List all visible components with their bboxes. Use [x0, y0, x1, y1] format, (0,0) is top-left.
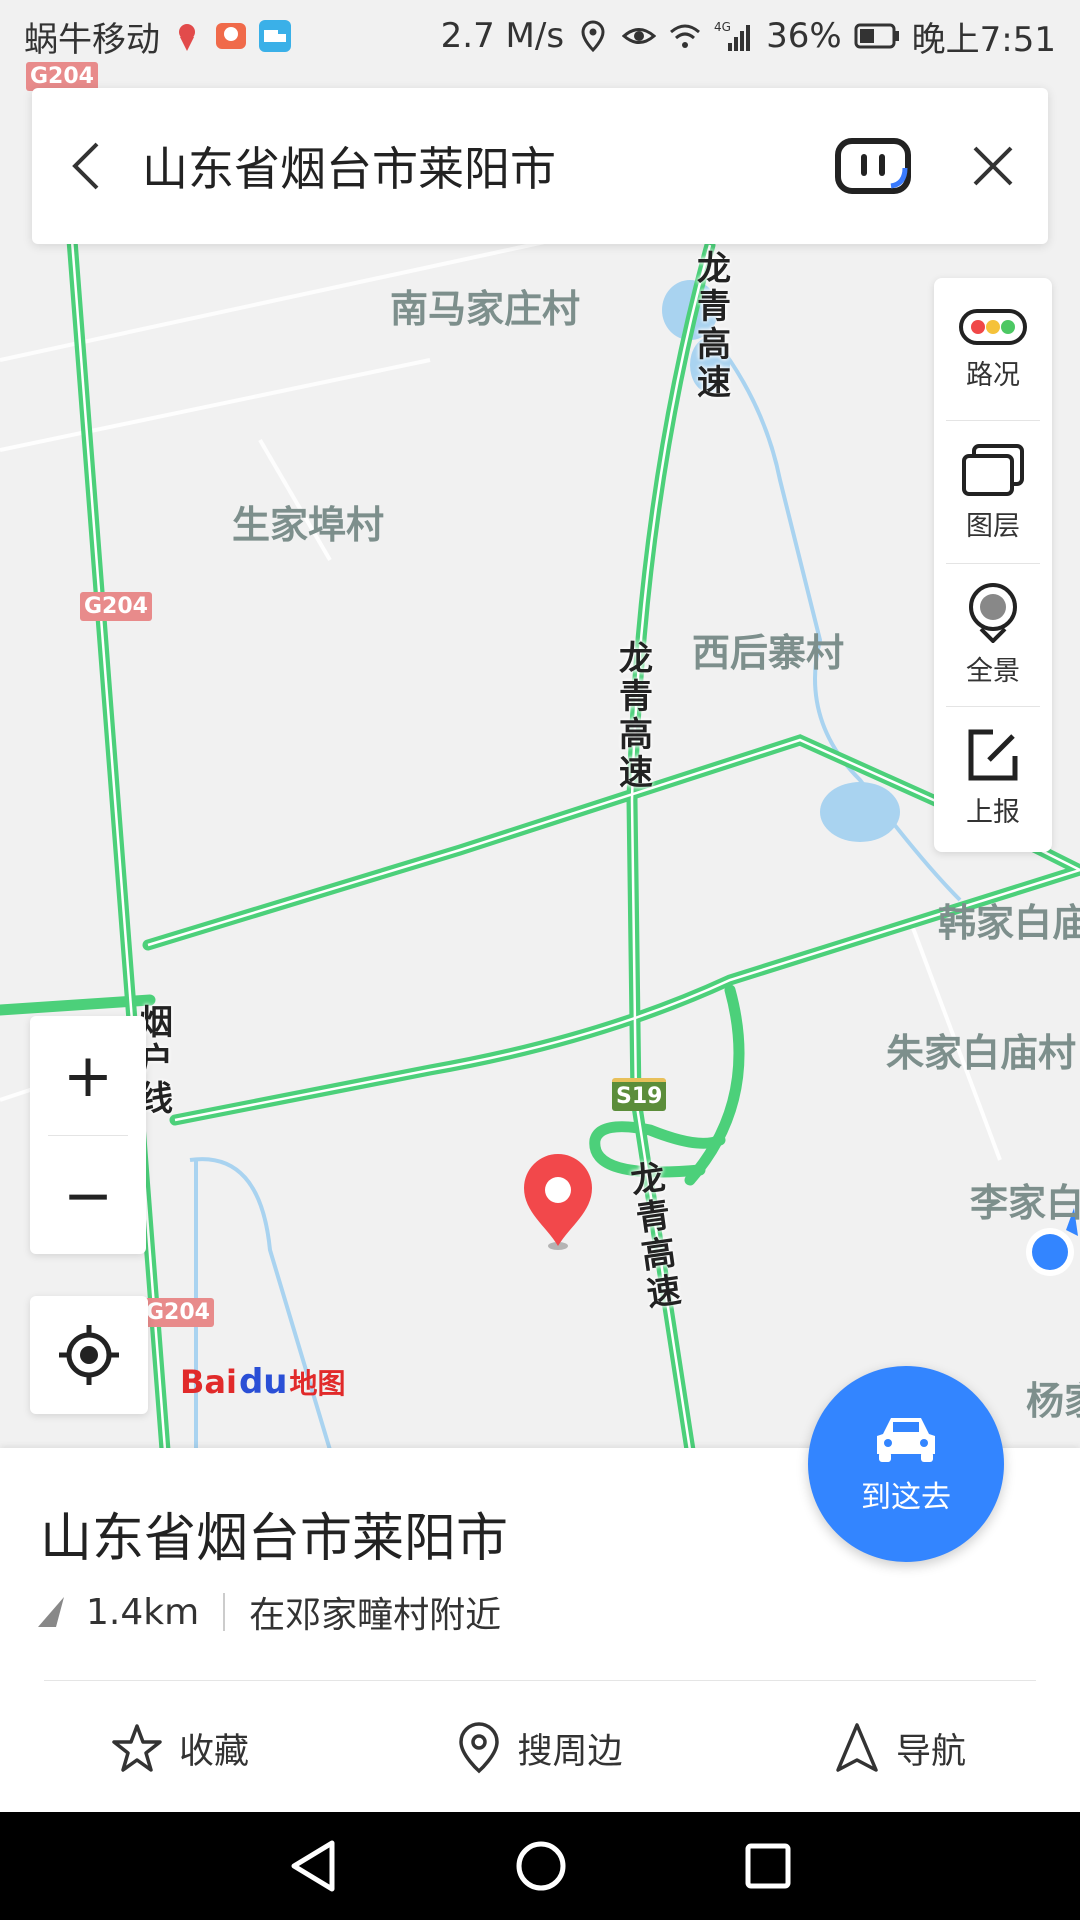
- battery-percent: 36%: [766, 16, 842, 56]
- baidu-map-logo: Bai du 地图: [180, 1362, 346, 1402]
- network-type: 4G: [714, 20, 731, 34]
- search-query[interactable]: 山东省烟台市莱阳市: [142, 133, 828, 199]
- traffic-light-icon: [959, 308, 1027, 345]
- action-label: 导航: [895, 1731, 966, 1772]
- location-icon: [581, 20, 605, 53]
- action-bar: 收藏 搜周边 导航: [0, 1684, 1080, 1812]
- clock: 晚上7:51: [911, 19, 1056, 60]
- close-icon: [973, 146, 1013, 186]
- logo-text: Bai: [180, 1363, 237, 1401]
- road-label: 龙青高速: [619, 639, 653, 793]
- tool-traffic[interactable]: 路况: [946, 278, 1040, 421]
- red-map-pin: [524, 1154, 592, 1250]
- signal-icon: 4G: [714, 20, 751, 51]
- tool-label: 上报: [966, 797, 1020, 828]
- screen: { "status_bar": { "carrier": "蜗牛移动", "sp…: [0, 0, 1080, 1920]
- zoom-in-button[interactable]: +: [30, 1016, 146, 1135]
- logo-text: 地图: [289, 1367, 346, 1400]
- map-tools-panel: 路况 图层 全景 上报: [934, 278, 1052, 852]
- distance: 1.4km: [86, 1591, 200, 1633]
- zoom-controls: + −: [30, 1016, 146, 1254]
- clear-search-button[interactable]: [938, 88, 1048, 244]
- search-bar[interactable]: 山东省烟台市莱阳市: [32, 88, 1048, 244]
- back-arrow-icon: [72, 142, 99, 190]
- place-meta: 1.4km 在邓家疃村附近: [36, 1586, 501, 1638]
- carrier-name: 蜗牛移动: [24, 19, 160, 60]
- navigate-button[interactable]: 导航: [720, 1684, 1080, 1812]
- report-icon: [968, 729, 1018, 781]
- star-icon: [112, 1724, 162, 1772]
- back-button[interactable]: [32, 88, 142, 244]
- action-label: 收藏: [178, 1731, 249, 1772]
- road-label: 龙青高速: [697, 249, 731, 403]
- system-navigation-bar: [0, 1812, 1080, 1920]
- divider: [223, 1593, 226, 1631]
- search-nearby-button[interactable]: 搜周边: [360, 1684, 720, 1812]
- status-bar: 蜗牛移动 2.7 M/s 4G 36% 晚上7:51: [0, 0, 1080, 72]
- tool-label: 路况: [966, 359, 1020, 391]
- direction-arrow-icon: [38, 1597, 64, 1627]
- app-notification-icon: [216, 23, 246, 49]
- crosshair-icon: [59, 1325, 119, 1385]
- battery-icon: [854, 23, 899, 49]
- wifi-icon: [670, 24, 701, 48]
- tool-label: 图层: [966, 510, 1020, 542]
- go-here-label: 到这去: [861, 1480, 951, 1515]
- go-here-button[interactable]: 到这去: [808, 1366, 1004, 1562]
- panorama-icon: [969, 582, 1017, 643]
- place-label: 韩家白庙: [938, 901, 1080, 945]
- eye-icon: [622, 28, 657, 44]
- highway-shield: S19: [612, 1078, 667, 1111]
- nav-recents-icon[interactable]: [744, 1842, 792, 1890]
- tool-layers[interactable]: 图层: [946, 421, 1040, 564]
- navigation-arrow-icon: [836, 1723, 878, 1772]
- voice-assistant-icon: [835, 138, 911, 194]
- nav-home-icon[interactable]: [514, 1839, 568, 1893]
- layers-icon: [962, 443, 1024, 496]
- divider: [44, 1680, 1036, 1681]
- voice-assistant-button[interactable]: [828, 88, 918, 244]
- locate-me-button[interactable]: [30, 1296, 148, 1414]
- place-label: 生家埠村: [232, 503, 385, 547]
- tool-label: 全景: [966, 655, 1020, 687]
- nav-back-icon[interactable]: [288, 1839, 338, 1893]
- tool-report[interactable]: 上报: [946, 707, 1040, 850]
- action-label: 搜周边: [517, 1731, 623, 1772]
- car-icon: [877, 1418, 935, 1462]
- highway-shield: G204: [142, 1298, 214, 1327]
- place-label: 西后寨村: [692, 631, 845, 675]
- place-title: 山东省烟台市莱阳市: [40, 1509, 509, 1569]
- truck-notification-icon: [259, 20, 291, 52]
- place-label: 朱家白庙村: [886, 1031, 1077, 1075]
- zoom-out-button[interactable]: −: [30, 1136, 146, 1255]
- highway-shield: G204: [80, 592, 152, 621]
- tool-panorama[interactable]: 全景: [946, 564, 1040, 707]
- place-label: 南马家庄村: [390, 287, 581, 331]
- favorite-button[interactable]: 收藏: [0, 1684, 360, 1812]
- place-label: 杨家: [1026, 1379, 1080, 1423]
- nearby-text: 在邓家疃村附近: [249, 1595, 502, 1636]
- map-pin-notification-icon: [179, 24, 195, 51]
- logo-text: du: [238, 1362, 288, 1402]
- network-speed: 2.7 M/s: [440, 16, 565, 56]
- place-label: 李家白: [970, 1181, 1080, 1225]
- location-pin-icon: [459, 1722, 500, 1774]
